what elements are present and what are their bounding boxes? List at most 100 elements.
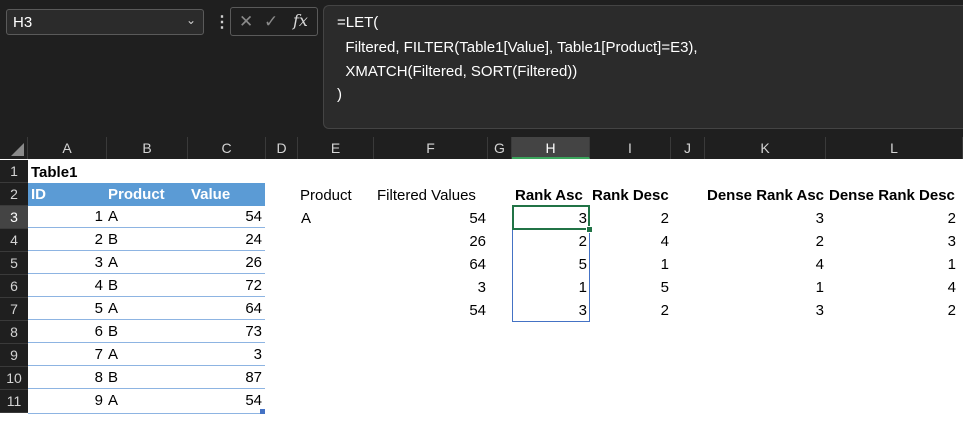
filtered-value-cell[interactable]: 54 (374, 207, 486, 230)
column-header-h[interactable]: H (512, 137, 590, 159)
table-cell-product: B (108, 277, 119, 294)
insert-function-icon[interactable]: fx (293, 11, 308, 30)
table-cell-product: B (108, 231, 119, 248)
table-resize-handle[interactable] (260, 409, 265, 414)
dense-rank-desc-cell[interactable]: 4 (826, 276, 956, 299)
row-header[interactable]: 7 (0, 298, 28, 321)
formula-line: =LET( (337, 14, 379, 31)
table-cell-id: 2 (94, 231, 103, 248)
name-box[interactable]: H3 ⌄ (6, 9, 204, 35)
rank-desc-cell[interactable]: 4 (590, 230, 669, 253)
table-row[interactable]: 4 B 72 (28, 275, 265, 297)
column-header-k[interactable]: K (705, 137, 826, 159)
column-header-c[interactable]: C (188, 137, 266, 159)
column-header-l[interactable]: L (826, 137, 963, 159)
label-filtered-values[interactable]: Filtered Values (377, 184, 476, 207)
rank-desc-cell[interactable]: 2 (590, 207, 669, 230)
formula-line: Filtered, FILTER(Table1[Value], Table1[P… (337, 39, 698, 56)
table-cell-id: 9 (94, 392, 103, 409)
rank-asc-cell[interactable]: 5 (512, 253, 587, 276)
dense-rank-desc-cell[interactable]: 3 (826, 230, 956, 253)
row-header[interactable]: 9 (0, 344, 28, 367)
column-header-e[interactable]: E (298, 137, 374, 159)
table-header-id[interactable]: ID (31, 183, 46, 206)
formula-buttons: ✕ ✓ fx (230, 7, 318, 36)
dense-rank-asc-cell[interactable]: 3 (705, 299, 824, 322)
product-criteria-cell[interactable]: A (301, 207, 311, 230)
cancel-icon[interactable]: ✕ (239, 12, 253, 32)
row-header[interactable]: 5 (0, 252, 28, 275)
table-row[interactable]: 1 A 54 (28, 206, 265, 228)
table-cell-id: 7 (94, 346, 103, 363)
filtered-value-cell[interactable]: 64 (374, 253, 486, 276)
table-cell-product: A (108, 208, 119, 225)
table-header-product[interactable]: Product (108, 183, 165, 206)
column-header-d[interactable]: D (266, 137, 298, 159)
table-row[interactable]: 5 A 64 (28, 298, 265, 320)
row-header[interactable]: 6 (0, 275, 28, 298)
label-product[interactable]: Product (300, 184, 352, 207)
table-header-value[interactable]: Value (191, 183, 230, 206)
column-header-f[interactable]: F (374, 137, 488, 159)
column-header-g[interactable]: G (488, 137, 512, 159)
enter-icon[interactable]: ✓ (264, 12, 278, 32)
formula-input[interactable]: =LET( Filtered, FILTER(Table1[Value], Ta… (323, 5, 963, 129)
table-cell-value: 64 (245, 300, 262, 317)
table-cell-value: 26 (245, 254, 262, 271)
row-header[interactable]: 11 (0, 390, 28, 413)
filtered-value-cell[interactable]: 54 (374, 299, 486, 322)
more-options-icon[interactable]: ⋮ (214, 12, 230, 32)
table-row[interactable]: 3 A 26 (28, 252, 265, 274)
rank-asc-cell[interactable]: 3 (512, 299, 587, 322)
spreadsheet-grid[interactable]: A B C D E F G H I J K L 1 2 3 4 5 6 7 8 … (0, 137, 963, 421)
table-cell-product: A (108, 254, 119, 271)
dense-rank-asc-cell[interactable]: 1 (705, 276, 824, 299)
chevron-down-icon[interactable]: ⌄ (186, 13, 196, 27)
table-row[interactable]: 7 A 3 (28, 344, 265, 366)
table-header-row: ID Product Value (28, 183, 265, 206)
column-header-i[interactable]: I (590, 137, 671, 159)
column-header-b[interactable]: B (107, 137, 188, 159)
rank-desc-cell[interactable]: 1 (590, 253, 669, 276)
filtered-value-cell[interactable]: 3 (374, 276, 486, 299)
table-cell-value: 54 (245, 392, 262, 409)
rank-asc-cell[interactable]: 2 (512, 230, 587, 253)
table-row[interactable]: 6 B 73 (28, 321, 265, 343)
table-cell-id: 1 (94, 208, 103, 225)
label-dense-rank-asc[interactable]: Dense Rank Asc (707, 184, 824, 207)
column-header-j[interactable]: J (671, 137, 705, 159)
label-rank-asc[interactable]: Rank Asc (515, 184, 583, 207)
table-row[interactable]: 9 A 54 (28, 390, 265, 414)
column-header-a[interactable]: A (28, 137, 107, 159)
rank-desc-cell[interactable]: 2 (590, 299, 669, 322)
label-dense-rank-desc[interactable]: Dense Rank Desc (829, 184, 955, 207)
dense-rank-desc-cell[interactable]: 2 (826, 207, 956, 230)
select-all-corner[interactable] (0, 137, 28, 159)
dense-rank-desc-cell[interactable]: 2 (826, 299, 956, 322)
row-header[interactable]: 10 (0, 367, 28, 390)
table-cell-product: A (108, 346, 119, 363)
table-row[interactable]: 2 B 24 (28, 229, 265, 251)
corner-triangle-icon (11, 143, 24, 156)
filtered-value-cell[interactable]: 26 (374, 230, 486, 253)
rank-asc-cell[interactable]: 3 (512, 207, 587, 230)
row-header[interactable]: 1 (0, 160, 28, 183)
row-header[interactable]: 4 (0, 229, 28, 252)
formula-bar-area: H3 ⌄ ⋮ ✕ ✓ fx =LET( Filtered, FILTER(Tab… (0, 0, 963, 137)
dense-rank-asc-cell[interactable]: 2 (705, 230, 824, 253)
row-header[interactable]: 8 (0, 321, 28, 344)
rank-desc-cell[interactable]: 5 (590, 276, 669, 299)
row-header[interactable]: 2 (0, 183, 28, 206)
name-box-value: H3 (13, 14, 33, 31)
rank-asc-cell[interactable]: 1 (512, 276, 587, 299)
dense-rank-asc-cell[interactable]: 4 (705, 253, 824, 276)
table-cell-value: 87 (245, 369, 262, 386)
dense-rank-desc-cell[interactable]: 1 (826, 253, 956, 276)
table-cell-value: 73 (245, 323, 262, 340)
formula-line: ) (337, 86, 342, 103)
table-row[interactable]: 8 B 87 (28, 367, 265, 389)
row-header[interactable]: 3 (0, 206, 28, 229)
dense-rank-asc-cell[interactable]: 3 (705, 207, 824, 230)
table-title[interactable]: Table1 (31, 161, 77, 184)
label-rank-desc[interactable]: Rank Desc (592, 184, 669, 207)
